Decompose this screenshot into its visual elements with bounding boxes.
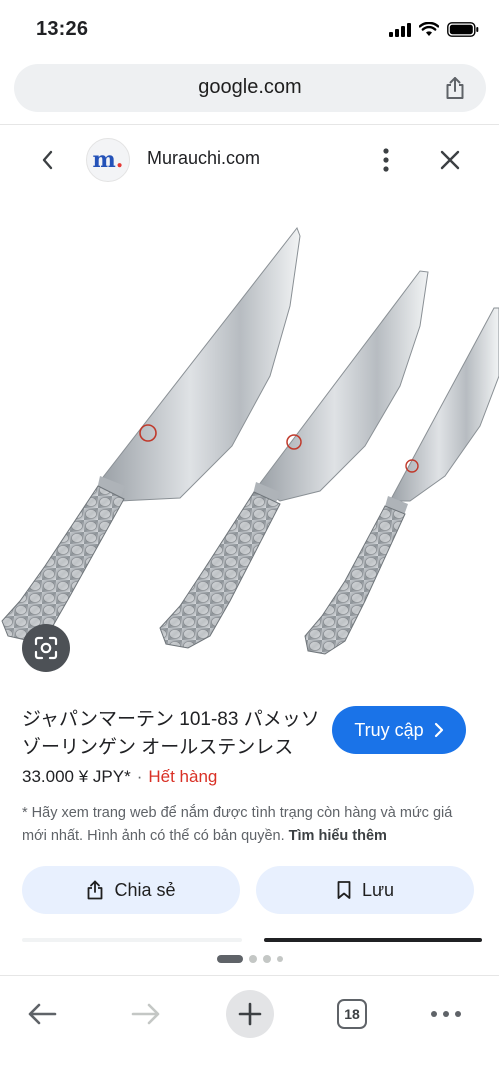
browser-page: 13:26 google.com m . Murauchi.com ジャパンマー…	[0, 0, 499, 1080]
knife-handle	[304, 505, 406, 655]
source-header: m. Murauchi.com	[0, 132, 499, 188]
menu-button[interactable]	[420, 988, 472, 1040]
pager-dot-active	[216, 955, 243, 963]
bookmark-icon	[337, 881, 351, 899]
status-icons	[389, 22, 479, 37]
price: 33.000 ¥ JPY*	[22, 767, 131, 786]
more-horiz-icon	[431, 1011, 461, 1017]
plus-icon	[238, 1002, 262, 1026]
pager-dot	[248, 955, 257, 963]
close-icon[interactable]	[438, 148, 462, 172]
url-text[interactable]: google.com	[14, 76, 486, 99]
share-icon	[88, 880, 103, 900]
site-logo-letter: m	[92, 147, 116, 173]
more-vert-icon[interactable]	[376, 146, 396, 174]
bottom-toolbar: 18	[0, 976, 499, 1080]
site-name[interactable]: Murauchi.com	[147, 148, 260, 169]
chevron-right-icon	[434, 722, 443, 738]
wifi-icon	[419, 22, 439, 36]
next-card-peek	[264, 938, 482, 942]
knives-illustration	[1, 226, 499, 655]
site-logo-dot: .	[115, 147, 124, 173]
knife-handle	[159, 491, 281, 649]
address-bar[interactable]: google.com	[14, 64, 486, 112]
divider	[0, 124, 499, 125]
save-button[interactable]: Lưu	[256, 866, 474, 914]
save-button-label: Lưu	[361, 879, 395, 900]
learn-more-link[interactable]: Tìm hiểu thêm	[289, 828, 387, 844]
status-bar: 13:26	[0, 0, 499, 58]
battery-icon	[447, 22, 479, 37]
visit-button-label: Truy cập	[354, 719, 424, 740]
new-tab-circle	[226, 990, 274, 1038]
separator: ·	[136, 767, 143, 786]
disclaimer-text: * Hãy xem trang web để nắm được tình trạ…	[22, 805, 453, 844]
pager-dot	[262, 955, 271, 963]
knife-handle	[1, 485, 125, 642]
lens-button[interactable]	[22, 624, 70, 672]
share-button-label: Chia sẻ	[114, 879, 176, 900]
site-logo[interactable]: m.	[86, 138, 130, 182]
signal-icon	[389, 22, 411, 37]
back-button[interactable]	[16, 988, 68, 1040]
status-time: 13:26	[36, 18, 89, 40]
visit-button[interactable]: Truy cập	[332, 706, 466, 754]
product-title[interactable]: ジャパンマーテン 101-83 パメッソ ゾーリンゲン オールステンレス	[22, 706, 322, 762]
pager-dot	[276, 956, 283, 962]
carousel-pager	[0, 955, 499, 963]
disclaimer: * Hãy xem trang web để nắm được tình trạ…	[22, 802, 462, 848]
arrow-left-icon	[28, 1003, 57, 1025]
tab-switcher-button[interactable]: 18	[326, 988, 378, 1040]
tab-count: 18	[337, 999, 367, 1029]
share-button[interactable]: Chia sẻ	[22, 866, 240, 914]
price-row: 33.000 ¥ JPY* · Hết hàng	[22, 767, 217, 787]
lens-icon	[34, 636, 58, 660]
next-card-peek	[22, 938, 242, 942]
new-tab-button[interactable]	[224, 988, 276, 1040]
knife-blade	[99, 226, 301, 502]
arrow-right-icon	[131, 1003, 160, 1025]
chevron-left-icon[interactable]	[38, 148, 58, 172]
product-image[interactable]	[0, 196, 499, 686]
forward-button[interactable]	[120, 988, 172, 1040]
share-icon[interactable]	[442, 75, 468, 101]
stock-status: Hết hàng	[148, 767, 218, 786]
